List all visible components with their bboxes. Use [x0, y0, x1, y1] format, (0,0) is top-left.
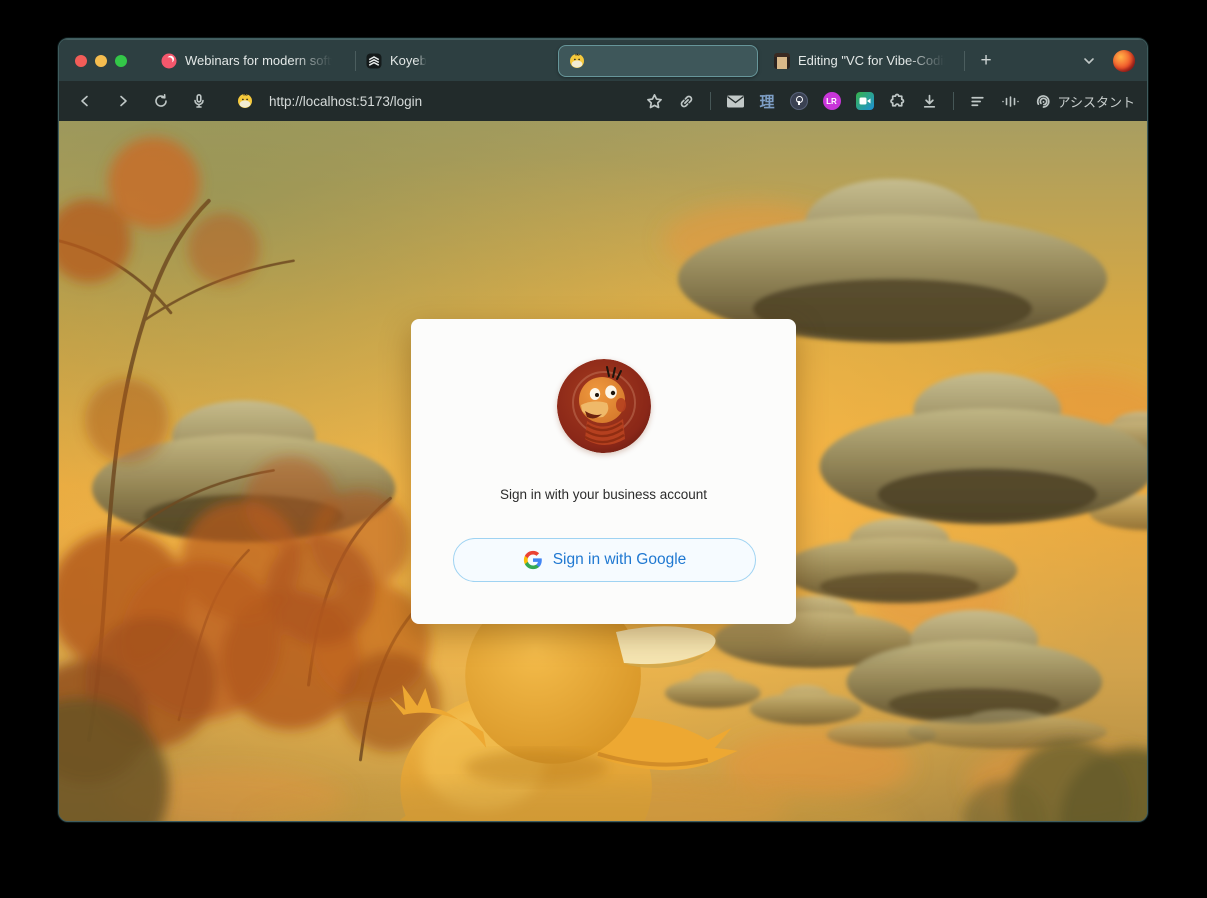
- site-favicon-psyduck-icon: [237, 93, 253, 109]
- tab-bar: Webinars for modern softwa Koyeb: [59, 39, 1147, 81]
- assistant-button[interactable]: アシスタント: [1035, 92, 1135, 111]
- google-signin-label: Sign in with Google: [553, 551, 687, 569]
- zoom-window-button[interactable]: [115, 55, 127, 67]
- google-g-icon: [523, 550, 543, 570]
- tab-active-login[interactable]: [558, 45, 758, 77]
- assistant-swirl-icon: [1035, 93, 1052, 110]
- url-input[interactable]: http://localhost:5173/login: [269, 94, 422, 109]
- browser-window: Webinars for modern softwa Koyeb: [58, 38, 1148, 822]
- login-card: Sign in with your business account Sign …: [411, 319, 796, 624]
- list-all-tabs-chevron-icon[interactable]: [1081, 53, 1097, 69]
- toolbar-separator: [710, 92, 711, 110]
- minimize-window-button[interactable]: [95, 55, 107, 67]
- tab-editing-vc[interactable]: Editing "VC for Vibe-Coding: [764, 40, 964, 82]
- webinar-favicon-icon: [161, 53, 177, 69]
- extensions-puzzle-icon[interactable]: [889, 93, 906, 110]
- tab-bar-right: [1081, 50, 1147, 72]
- lr-extension-icon[interactable]: LR: [823, 92, 841, 110]
- reload-button[interactable]: [147, 87, 175, 115]
- toolbar-right: 理 LR: [646, 91, 1136, 112]
- signin-heading: Sign in with your business account: [411, 487, 796, 502]
- downloads-icon[interactable]: [921, 93, 938, 110]
- assistant-label: アシスタント: [1058, 92, 1135, 111]
- close-window-button[interactable]: [75, 55, 87, 67]
- list-lines-icon[interactable]: [969, 93, 986, 110]
- onepassword-extension-icon[interactable]: [790, 92, 808, 110]
- tab-title: Webinars for modern softwa: [185, 53, 335, 68]
- microphone-button[interactable]: [185, 87, 213, 115]
- tab-title: Koyeb: [390, 53, 427, 68]
- koyeb-favicon-icon: [366, 53, 382, 69]
- page-content: Sign in with your business account Sign …: [59, 121, 1147, 821]
- forward-button[interactable]: [109, 87, 137, 115]
- video-extension-icon[interactable]: [856, 92, 874, 110]
- pixel-avatar-favicon-icon: [774, 53, 790, 69]
- navigation-toolbar: http://localhost:5173/login 理 LR: [59, 81, 1147, 121]
- tab-separator: [964, 51, 965, 71]
- mail-extension-icon[interactable]: [726, 94, 745, 109]
- equalizer-icon[interactable]: [1001, 93, 1020, 110]
- psyduck-astronaut-avatar: [557, 359, 651, 453]
- tab-webinars[interactable]: Webinars for modern softwa: [151, 40, 355, 82]
- back-button[interactable]: [71, 87, 99, 115]
- ri-extension-icon[interactable]: 理: [760, 91, 775, 112]
- toolbar-left: http://localhost:5173/login: [71, 87, 422, 115]
- copy-link-icon[interactable]: [678, 93, 695, 110]
- toolbar-separator: [953, 92, 954, 110]
- firefox-account-avatar[interactable]: [1113, 50, 1135, 72]
- tab-title: Editing "VC for Vibe-Coding: [798, 53, 948, 68]
- traffic-lights: [59, 55, 141, 67]
- tab-koyeb[interactable]: Koyeb: [356, 40, 552, 82]
- bookmark-star-icon[interactable]: [646, 93, 663, 110]
- new-tab-button[interactable]: +: [971, 46, 1001, 76]
- psyduck-favicon-icon: [569, 53, 585, 69]
- google-signin-button[interactable]: Sign in with Google: [453, 538, 756, 582]
